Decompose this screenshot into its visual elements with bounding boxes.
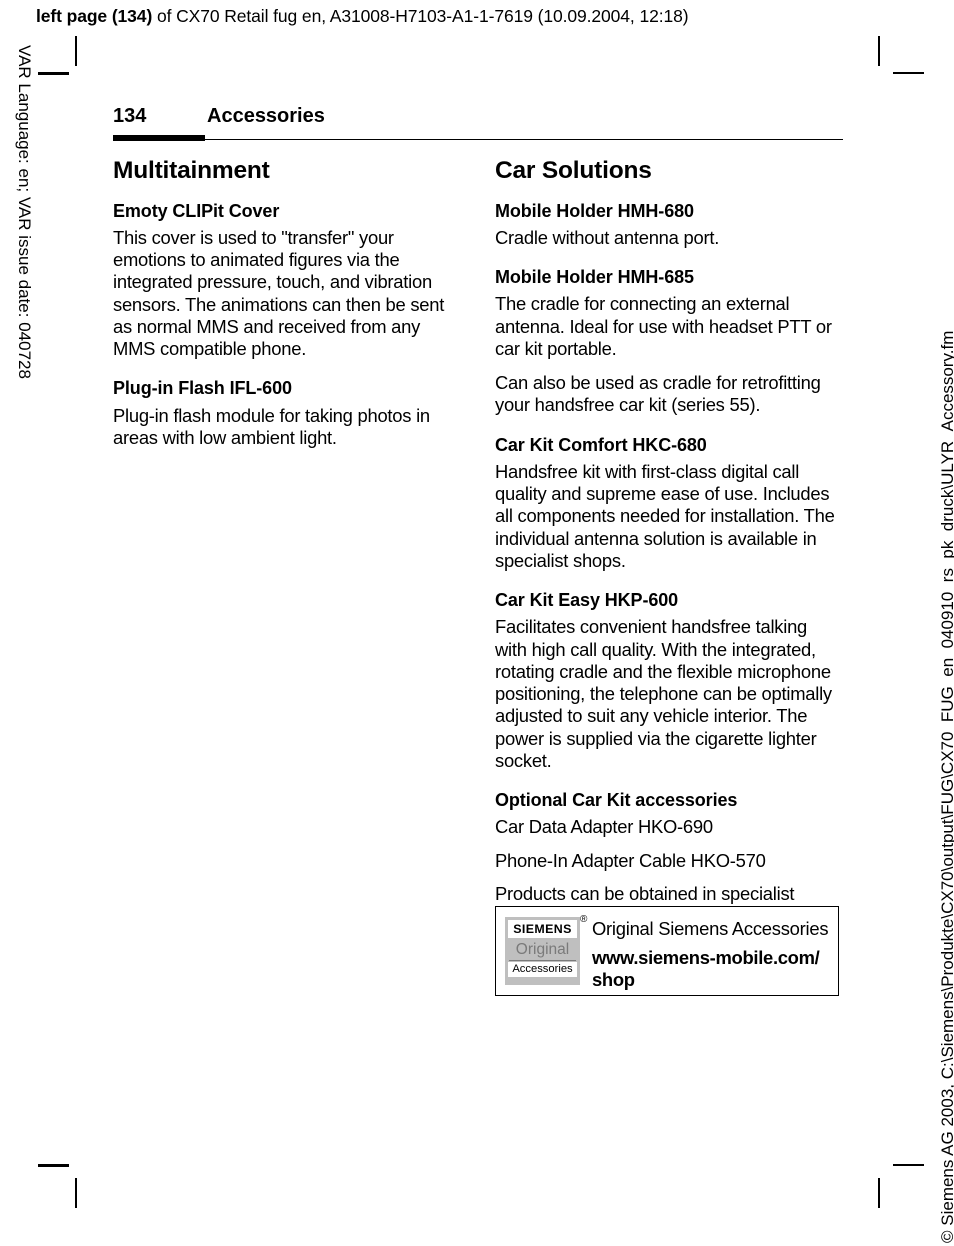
- subsection-heading: Plug-in Flash IFL-600: [113, 378, 292, 399]
- running-head-page-label: left page (134): [36, 6, 153, 26]
- section-title-car-solutions: Car Solutions: [495, 157, 652, 184]
- page-header: 134 Accessories: [113, 105, 843, 128]
- accessories-callout-text: Original Siemens Accessories www.siemens…: [592, 918, 830, 991]
- column-right: Car Solutions Mobile Holder HMH-680 Crad…: [495, 158, 843, 962]
- body-paragraph: Cradle without antenna port.: [495, 226, 720, 248]
- body-paragraph: The cradle for connecting an external an…: [495, 293, 832, 359]
- body-paragraph: Facilitates convenient handsfree talking…: [495, 616, 832, 771]
- body-paragraph: Car Data Adapter HKO-690: [495, 816, 713, 838]
- subsection-heading: Mobile Holder HMH-680: [495, 200, 694, 221]
- subsection-heading: Emoty CLIPit Cover: [113, 200, 280, 221]
- logo-brand-text: SIEMENS: [508, 920, 577, 939]
- crop-mark-top-left-vertical: [75, 36, 77, 66]
- running-head-details: of CX70 Retail fug en, A31008-H7103-A1-1…: [152, 6, 689, 26]
- header-rule-thick: [113, 135, 205, 141]
- crop-mark-bottom-right-vertical: [878, 1178, 880, 1208]
- crop-mark-bottom-left-horizontal: [38, 1164, 69, 1167]
- body-paragraph: Handsfree kit with first-class digital c…: [495, 460, 835, 571]
- crop-mark-bottom-left-vertical: [75, 1178, 77, 1208]
- subsection-heading: Car Kit Comfort HKC-680: [495, 434, 707, 455]
- body-paragraph: Can also be used as cradle for retrofitt…: [495, 372, 821, 416]
- registered-trademark-icon: ®: [580, 914, 588, 925]
- chapter-title: Accessories: [207, 105, 325, 127]
- siemens-original-accessories-logo: SIEMENS Original Accessories: [505, 917, 580, 985]
- accessories-callout-url: www.siemens-mobile.com/ shop: [592, 947, 820, 991]
- crop-mark-bottom-right-horizontal: [893, 1164, 924, 1166]
- crop-mark-top-left-horizontal: [38, 72, 69, 75]
- crop-mark-top-right-horizontal: [893, 72, 924, 74]
- body-paragraph: This cover is used to "transfer" your em…: [113, 226, 445, 360]
- subsection-heading: Mobile Holder HMH-685: [495, 267, 694, 288]
- crop-mark-top-right-vertical: [878, 36, 880, 66]
- page-number: 134: [113, 105, 147, 127]
- body-paragraph: Phone-In Adapter Cable HKO-570: [495, 849, 766, 871]
- header-rule: [113, 135, 843, 141]
- margin-note-right: © Siemens AG 2003, C:\Siemens\Produkte\C…: [938, 330, 954, 1243]
- subsection-heading: Optional Car Kit accessories: [495, 790, 738, 811]
- accessories-callout-heading: Original Siemens Accessories: [592, 918, 829, 939]
- margin-note-left: VAR Language: en; VAR issue date: 040728: [15, 45, 34, 379]
- section-title-multitainment: Multitainment: [113, 157, 270, 184]
- body-paragraph: Plug-in flash module for taking photos i…: [113, 404, 430, 448]
- logo-accessories-text: Accessories: [508, 961, 577, 977]
- running-head: left page (134) of CX70 Retail fug en, A…: [36, 6, 689, 27]
- subsection-heading: Car Kit Easy HKP-600: [495, 590, 679, 611]
- logo-original-text: Original: [509, 939, 576, 961]
- accessories-callout-box: SIEMENS Original Accessories ® Original …: [495, 906, 839, 996]
- column-left: Multitainment Emoty CLIPit Cover This co…: [113, 158, 461, 461]
- header-rule-thin: [205, 139, 843, 141]
- document-page: left page (134) of CX70 Retail fug en, A…: [0, 0, 954, 1246]
